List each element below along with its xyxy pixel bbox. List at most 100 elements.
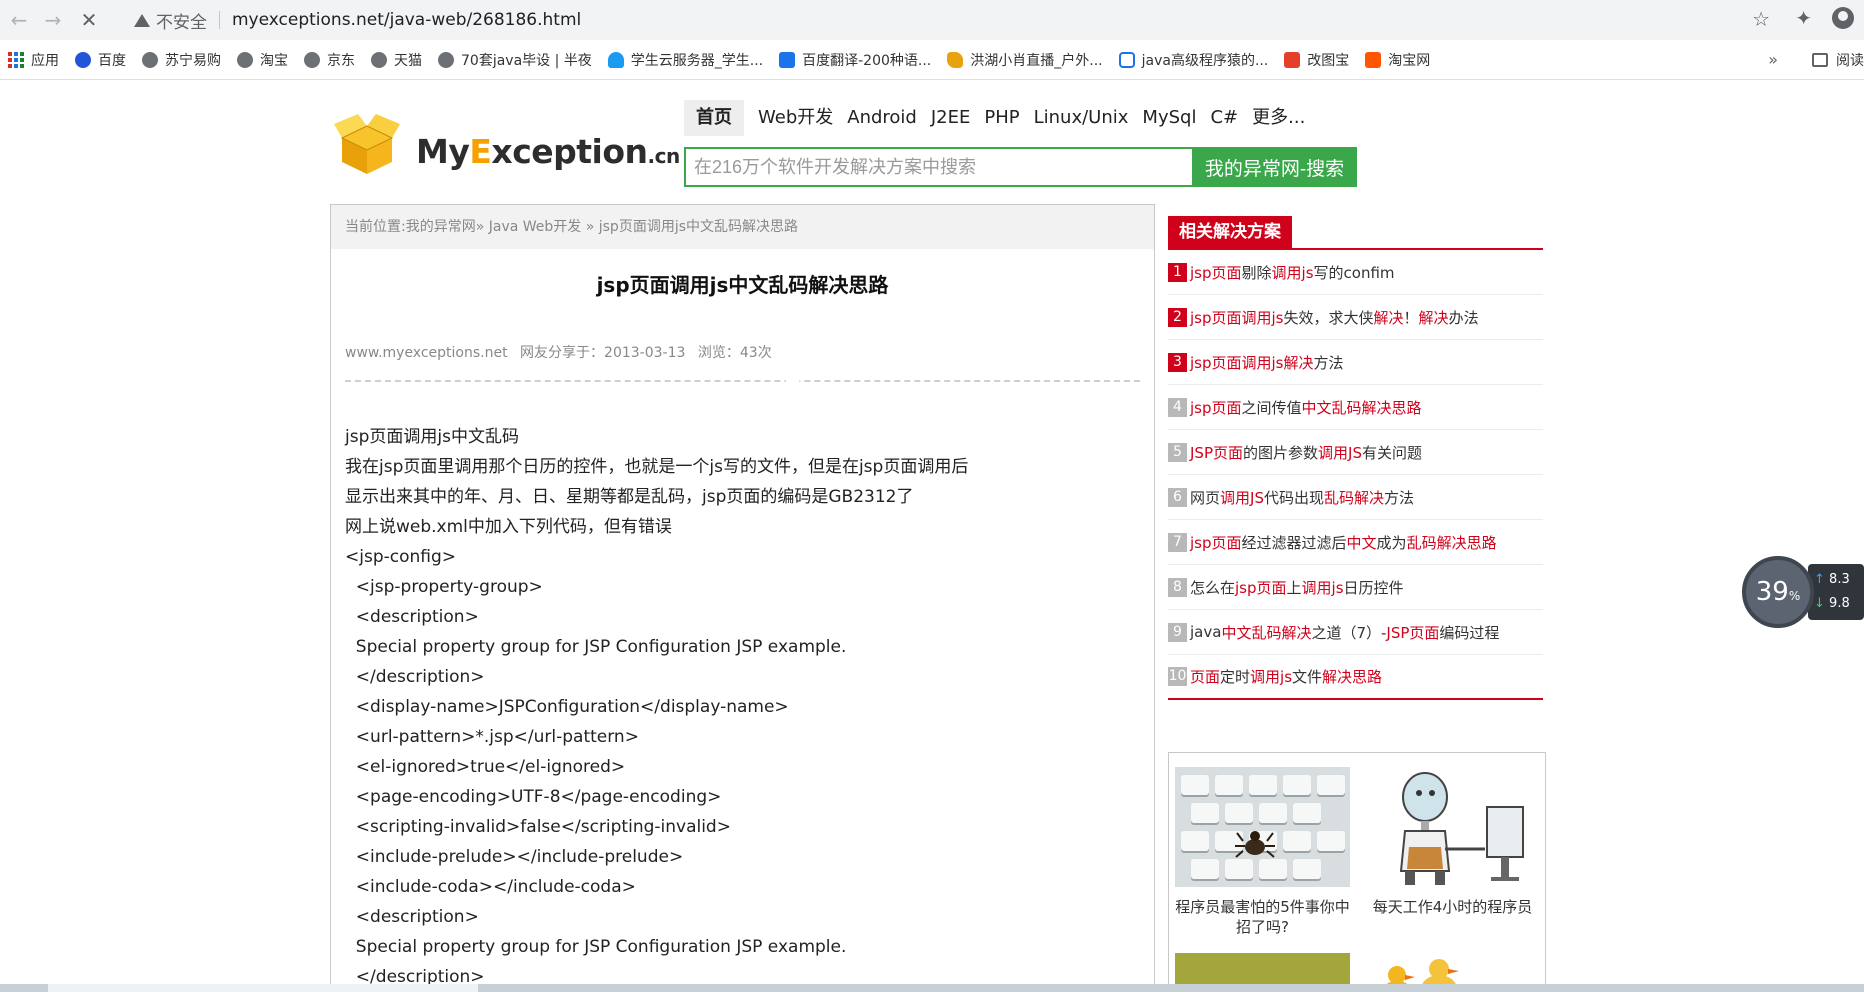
related-item[interactable]: 10 页面 定时 调用js 文件 解决思路 [1168,655,1543,700]
speed-panel: ↑ 8.3 ↓ 9.8 [1808,564,1864,620]
nav-web-dev[interactable]: Web开发 [758,100,833,136]
bookmark-baidu-translate[interactable]: 百度翻译-200种语... [779,50,931,70]
bookmark-baidu[interactable]: 百度 [75,50,126,70]
related-item-text: 文件 [1292,668,1323,686]
upload-speed: 8.3 [1829,572,1850,587]
baidu-paw-icon [75,51,91,68]
promo-item[interactable]: 每天工作4小时的程序员 [1365,767,1540,917]
live-icon [947,51,964,68]
related-item-text: 调用js [1250,668,1293,686]
body-line: <display-name>JSPConfiguration</display-… [345,697,789,717]
nav-home[interactable]: 首页 [684,100,744,136]
body-line: <include-prelude></include-prelude> [345,847,684,867]
bookmark-apps[interactable]: 应用 [8,50,59,70]
related-item-text: jsp页面 [1190,533,1242,552]
related-item[interactable]: 8 怎么在 jsp页面上调用js 日历控件 [1168,565,1543,610]
logo-wordmark: MyException.cn [416,132,680,171]
extensions-puzzle-icon[interactable]: ✦ [1795,6,1812,30]
reading-list-button[interactable]: 阅读 [1812,50,1864,70]
body-line: Special property group for JSP Configura… [345,937,847,957]
warning-icon [134,13,150,27]
related-list: 1 jsp页面 剔除 调用js 写的confim 2 jsp页面调用js 失效，求大侠 解决！解… [1168,250,1543,700]
nav-csharp[interactable]: C# [1210,100,1238,136]
security-indicator[interactable]: 不安全 [120,8,207,33]
bookmark-jd[interactable]: 京东 [304,50,355,70]
bookmark-suning[interactable]: 苏宁易购 [142,50,221,70]
related-item[interactable]: 3 jsp页面调用js解决 方法 [1168,340,1543,385]
related-item-text: 写的confim [1313,263,1395,282]
bookmark-star-icon[interactable]: ☆ [1752,7,1770,31]
related-item-text: 之道（7）- [1311,623,1387,642]
related-item-text: 调用JS [1318,443,1362,462]
nav-linux[interactable]: Linux/Unix [1034,100,1129,136]
related-item[interactable]: 5 JSP页面 的图片参数 调用JS 有关问题 [1168,430,1543,475]
rank-badge: 9 [1168,622,1187,642]
nav-android[interactable]: Android [847,100,917,136]
bookmark-taobao[interactable]: 淘宝 [237,50,288,70]
related-item-text: 方法 [1384,488,1415,507]
keyboard-bug-image [1175,767,1350,887]
bookmark-gaitubao[interactable]: 改图宝 [1284,50,1349,70]
search-button[interactable]: 我的异常网-搜索 [1192,147,1357,187]
bookmark-student-cloud[interactable]: 学生云服务器_学生... [607,50,763,70]
bookmark-taobao-net[interactable]: 淘宝网 [1365,50,1430,70]
back-icon[interactable]: ← [4,5,34,35]
related-heading: 相关解决方案 [1168,216,1543,250]
body-line: <description> [345,607,479,627]
article-body: jsp页面调用js中文乱码 我在jsp页面里调用那个日历的控件，也就是一个js写… [345,422,1140,992]
related-item[interactable]: 4 jsp页面 之间传值 中文乱码解决思路 [1168,385,1543,430]
bookmark-java-projects[interactable]: 70套java毕设 | 半夜 [438,50,592,70]
search-input[interactable] [684,147,1192,187]
promo-box: 程序员最害怕的5件事你中招了吗? 每天工作4小时的程序员 [1168,752,1546,992]
network-speed-widget[interactable]: ↑ 8.3 ↓ 9.8 39% [1742,556,1864,628]
related-item[interactable]: 9 java 中文乱码解决 之道（7）- JSP页面 编码过程 [1168,610,1543,655]
related-item-text: jsp页面 [1190,263,1242,282]
browser-toolbar: ← → ✕ 不安全 myexceptions.net/java-web/2681… [0,0,1864,40]
nav-php[interactable]: PHP [984,100,1019,136]
related-item-text: 中文乱码解决思路 [1301,398,1422,417]
forward-icon[interactable]: → [38,5,68,35]
stop-loading-icon[interactable]: ✕ [74,5,104,35]
related-item-text: jsp页面调用js [1190,308,1284,327]
related-item[interactable]: 1 jsp页面 剔除 调用js 写的confim [1168,250,1543,295]
bookmark-tmall[interactable]: 天猫 [371,50,422,70]
related-item-text: 怎么在 [1190,578,1236,597]
bookmark-live[interactable]: 洪湖小肖直播_户外... [947,50,1103,70]
related-item-text: 日历控件 [1343,578,1404,597]
bookmark-java-video[interactable]: java高级程序猿的... [1118,50,1268,70]
related-item[interactable]: 2 jsp页面调用js 失效，求大侠 解决！解决 办法 [1168,295,1543,340]
omnibox[interactable]: 不安全 myexceptions.net/java-web/268186.htm… [120,5,1770,35]
mouse-cursor-icon [786,379,800,399]
box-logo-icon [334,114,400,174]
memory-usage-gauge: 39% [1742,556,1814,628]
scrollbar-thumb[interactable] [48,984,478,992]
bookmarks-more-icon[interactable]: » [1768,50,1778,69]
related-item-text: 失效，求大侠 [1283,308,1374,327]
divider [219,11,220,29]
promo-item[interactable]: 程序员最害怕的5件事你中招了吗? [1175,767,1350,937]
article-meta: www.myexceptions.net 网友分享于：2013-03-13 浏览… [345,342,1140,382]
reading-list-icon [1812,53,1828,67]
related-item[interactable]: 7 jsp页面 经过滤器过滤后 中文 成为 乱码解决思路 [1168,520,1543,565]
related-item-text: 的图片参数 [1243,443,1319,462]
site-logo[interactable]: MyException.cn [328,106,680,186]
related-item-text: 调用js [1271,263,1314,282]
body-line: <scripting-invalid>false</scripting-inva… [345,817,731,837]
related-item-text: 有关问题 [1361,443,1422,462]
nav-j2ee[interactable]: J2EE [931,100,971,136]
related-item-text: 成为 [1376,533,1407,552]
upload-arrow-icon: ↑ [1814,572,1825,587]
breadcrumb-text[interactable]: 当前位置:我的异常网» Java Web开发 » jsp页面调用js中文乱码解决… [345,219,798,235]
url-text[interactable]: myexceptions.net/java-web/268186.html [232,10,581,30]
body-line: 网上说web.xml中加入下列代码，但有错误 [345,517,672,537]
related-item-text: jsp页面调用js解决 [1190,353,1314,372]
rank-badge: 6 [1168,487,1187,507]
related-item[interactable]: 6 网页 调用JS 代码出现 乱码解决 方法 [1168,475,1543,520]
nav-mysql[interactable]: MySql [1142,100,1196,136]
horizontal-scrollbar[interactable] [0,984,1864,992]
globe-icon [237,51,253,68]
article-title: jsp页面调用js中文乱码解决思路 [596,273,889,297]
rank-badge: 2 [1168,307,1187,327]
profile-avatar-icon[interactable] [1832,7,1854,29]
nav-more[interactable]: 更多... [1252,100,1305,136]
